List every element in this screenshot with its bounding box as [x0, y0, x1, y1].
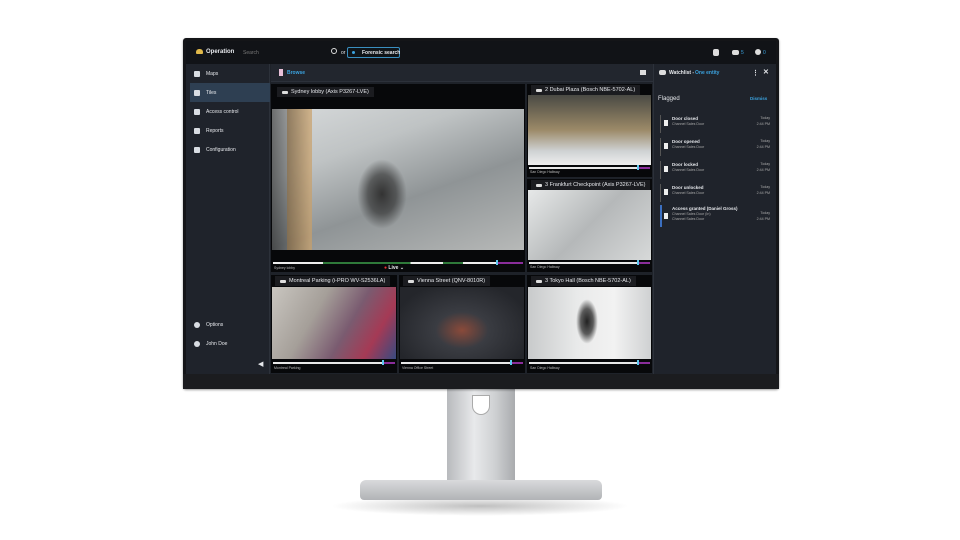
tile-title: 2 Dubai Plaza (Bosch NBE-5702-AL): [531, 85, 641, 95]
camera-icon: [282, 90, 288, 94]
sidebar: Maps Tiles Access control Reports Config…: [186, 64, 270, 374]
tile-title: Vienna Street (QNV-8010R): [403, 276, 491, 286]
timeline[interactable]: [529, 360, 650, 365]
tile-title: 3 Tokyo Hall (Bosch NBE-5702-AL): [531, 276, 636, 286]
tile-title: Montreal Parking (i-PRO WV-S2536LA): [275, 276, 391, 286]
camera-icon: [536, 183, 542, 187]
tile-footer: Montreal Parking: [274, 366, 301, 370]
map-icon: [194, 70, 200, 77]
user-icon: [194, 340, 200, 347]
layout-icon[interactable]: [640, 70, 646, 75]
gear-icon: [194, 321, 200, 328]
video-tile-sydney[interactable]: Sydney lobby (Axis P3267-LVE) Sydney lob…: [271, 84, 525, 272]
grid-icon: [194, 89, 200, 96]
tile-footer: San Diego Hallway: [530, 265, 560, 269]
document-icon: [664, 143, 668, 149]
forensic-search-button[interactable]: Forensic search: [347, 47, 400, 58]
video-feed: [272, 109, 525, 250]
monitor-stand-base: [360, 480, 602, 500]
video-tile-montreal[interactable]: Montreal Parking (i-PRO WV-S2536LA) Mont…: [271, 275, 397, 373]
access-control-icon: [194, 108, 200, 115]
sidebar-item-configuration[interactable]: Configuration: [190, 140, 270, 159]
camera-icon: [536, 279, 542, 283]
document-icon: [664, 166, 668, 172]
video-feed: [400, 287, 524, 359]
video-feed: [528, 287, 651, 359]
video-tile-vienna[interactable]: Vienna Street (QNV-8010R) Vienna Office …: [399, 275, 525, 373]
timeline[interactable]: [529, 165, 650, 170]
event-item[interactable]: Door opened Channel Sales Door Today 2:44 P…: [660, 138, 772, 156]
video-tile-dubai[interactable]: 2 Dubai Plaza (Bosch NBE-5702-AL) San Di…: [527, 84, 652, 177]
video-feed: [272, 287, 396, 359]
cable-hole: [472, 395, 490, 415]
video-tile-tokyo[interactable]: 3 Tokyo Hall (Bosch NBE-5702-AL) San Die…: [527, 275, 652, 373]
video-feed: [528, 190, 651, 260]
browse-header: Browse: [271, 64, 653, 82]
sidebar-item-access-control[interactable]: Access control: [190, 102, 270, 121]
timeline[interactable]: [273, 260, 523, 265]
app-title: Operation: [206, 49, 235, 55]
event-item[interactable]: Access granted (Daniel Gross) Channel Sal…: [660, 205, 772, 227]
tile-title: Sydney lobby (Axis P3267-LVE): [277, 87, 374, 97]
screen: Operation Search or Forensic search 5 0 …: [186, 41, 776, 374]
sidebar-item-options[interactable]: Options: [190, 315, 270, 334]
timeline[interactable]: [529, 260, 650, 265]
more-options-icon[interactable]: ⋮: [752, 69, 759, 77]
event-item[interactable]: Door unlocked Channel Sales Door Today 2:44…: [660, 184, 772, 202]
document-icon: [664, 120, 668, 126]
event-item[interactable]: Door closed Channel Sales Door Today 2:44 P…: [660, 115, 772, 133]
configuration-icon: [194, 146, 200, 153]
or-label: or: [341, 50, 346, 56]
camera-icon: [280, 279, 286, 283]
watchlist-title: Watchlist -: [669, 70, 695, 76]
timeline[interactable]: [401, 360, 523, 365]
live-button[interactable]: ● Live ⌄: [384, 265, 404, 271]
browse-link[interactable]: Browse: [287, 70, 305, 76]
close-icon[interactable]: ✕: [763, 68, 769, 76]
tile-footer: San Diego Hallway: [530, 170, 560, 174]
timeline[interactable]: [273, 360, 395, 365]
document-icon: [664, 213, 668, 219]
browse-icon: [279, 69, 283, 76]
flagged-heading: Flagged: [658, 96, 680, 102]
dismiss-button[interactable]: Dismiss: [750, 96, 767, 101]
camera-icon: [536, 88, 542, 92]
sidebar-item-reports[interactable]: Reports: [190, 121, 270, 140]
reports-icon: [194, 127, 200, 134]
document-icon: [664, 189, 668, 195]
watchlist-panel: Watchlist - One entity ⋮ ✕ Flagged Dismi…: [653, 64, 776, 374]
top-bar: Operation Search or Forensic search 5 0: [186, 41, 776, 64]
forensic-icon: [352, 51, 355, 54]
sidebar-item-maps[interactable]: Maps: [190, 64, 270, 83]
sidebar-item-tiles[interactable]: Tiles: [190, 83, 270, 102]
video-tile-frankfurt[interactable]: 3 Frankfurt Checkpoint (Axis P3267-LVE) …: [527, 179, 652, 272]
tile-footer: San Diego Hallway: [530, 366, 560, 370]
sidebar-item-user[interactable]: John Doe: [190, 334, 270, 353]
monitor-chin: [183, 374, 779, 389]
operation-icon: [196, 49, 203, 54]
tile-footer: Sydney lobby: [274, 266, 296, 270]
collapse-icon[interactable]: ◀: [258, 360, 263, 368]
user-alert-icon[interactable]: [755, 49, 761, 55]
binoculars-icon: [659, 70, 666, 75]
user-count: 0: [763, 50, 766, 56]
notification-icon[interactable]: [713, 49, 719, 56]
tile-footer: Vienna Office Street: [402, 366, 434, 370]
video-feed: [528, 95, 651, 165]
binoculars-icon[interactable]: [732, 50, 739, 55]
event-item[interactable]: Door locked Channel Sales Door Today 2:44 P…: [660, 161, 772, 179]
search-icon[interactable]: [331, 48, 337, 54]
camera-icon: [408, 279, 414, 283]
search-input[interactable]: Search: [243, 50, 333, 56]
alarm-count: 5: [741, 50, 744, 56]
watchlist-entity-link[interactable]: One entity: [695, 70, 719, 76]
tile-title: 3 Frankfurt Checkpoint (Axis P3267-LVE): [531, 180, 651, 190]
